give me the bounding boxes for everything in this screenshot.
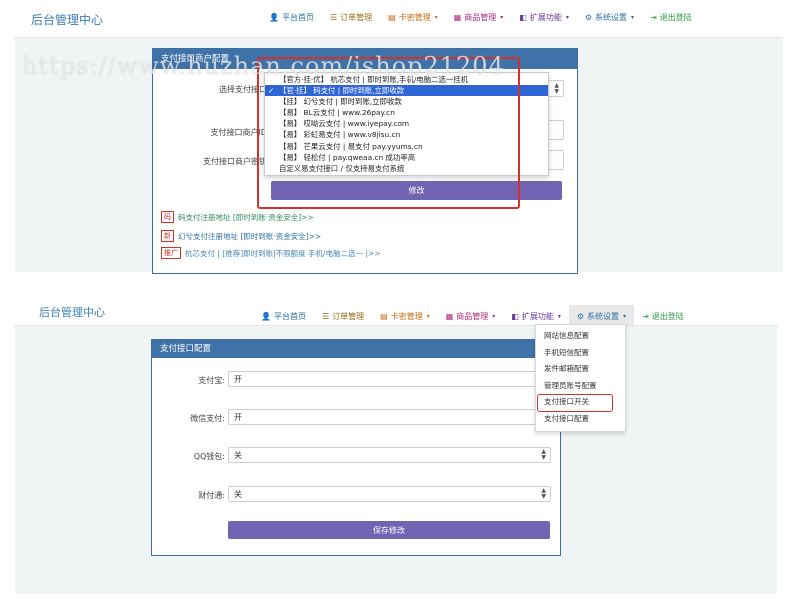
select-arrows-icon: ▲ ▼	[541, 448, 546, 461]
menu-item[interactable]: 手机短信配置	[536, 345, 625, 362]
field-label: 财付通:	[198, 491, 225, 500]
menu-highlight-frame	[537, 394, 613, 412]
goods-icon: ▦	[453, 13, 462, 22]
select-arrows-icon: ▲ ▼	[554, 81, 559, 95]
tag-badge: 码	[161, 211, 174, 223]
goods-icon: ▦	[445, 311, 454, 321]
caret-down-icon: ▾	[557, 312, 561, 320]
select-interface-label: 选择支付接口	[219, 85, 267, 94]
nav-label: 订单管理	[332, 311, 365, 321]
nav-item-0[interactable]: 👤 平台首页	[261, 12, 322, 23]
brand-title[interactable]: 后台管理中心	[39, 304, 105, 320]
nav-item-6[interactable]: ⇥ 退出登陆	[634, 311, 692, 322]
caret-down-icon: ▾	[426, 312, 430, 320]
field-label: QQ钱包:	[193, 452, 225, 461]
card-icon: ▤	[380, 311, 388, 321]
watermark-text: https://www.huzhan.com/ishop21204	[22, 52, 505, 80]
menu-item[interactable]: 网站信息配置	[536, 328, 625, 345]
system-settings-menu: 网站信息配置 手机短信配置 发件邮箱配置 管理员账号配置 支付接口开关 支付接口配置	[535, 324, 626, 432]
nav-item-4[interactable]: ◧ 扩展功能 ▾	[511, 12, 577, 23]
toggle-select[interactable]: 关 ▲ ▼	[228, 486, 551, 502]
logout-icon: ⇥	[642, 311, 649, 321]
link-text[interactable]: 杭芯支付 | [推荐]即时到账|不限额度 手机/电脑二选一 |>>	[185, 248, 381, 259]
extend-icon: ◧	[519, 13, 527, 22]
nav-label: 扩展功能	[529, 13, 562, 22]
nav-label: 订单管理	[340, 13, 373, 22]
nav-label: 商品管理	[464, 13, 497, 22]
nav-label: 平台首页	[273, 311, 306, 321]
caret-down-icon: ▾	[434, 14, 438, 21]
nav-label: 退出登陆	[651, 311, 684, 321]
field-value: 开	[234, 374, 242, 384]
tag-badge: 推广	[161, 247, 181, 259]
caret-down-icon: ▾	[631, 14, 635, 21]
field-value: 开	[234, 412, 242, 422]
menu-item[interactable]: 支付接口配置	[536, 411, 625, 428]
caret-down-icon: ▾	[565, 14, 569, 21]
toggle-select[interactable]: 关 ▲ ▼	[228, 447, 551, 463]
nav-item-3[interactable]: ▦ 商品管理 ▾	[446, 12, 512, 23]
nav-item-1[interactable]: ☰ 订单管理	[314, 311, 372, 322]
nav-item-6[interactable]: ⇥ 退出登陆	[642, 12, 700, 23]
main-nav: 👤 平台首页 ☰ 订单管理 ▤ 卡密管理 ▾ ▦ 商品管理 ▾ ◧ 扩展功能 ▾ ⚙ 系统设置 ▾ ⇥ 退出登陆	[261, 12, 700, 23]
nav-label: 系统设置	[595, 13, 628, 22]
extend-icon: ◧	[511, 311, 519, 321]
link-hangxin[interactable]: 推广 杭芯支付 | [推荐]即时到账|不限额度 手机/电脑二选一 |>>	[161, 247, 381, 259]
caret-down-icon: ▾	[500, 14, 504, 21]
nav-item-1[interactable]: ☰ 订单管理	[322, 12, 380, 23]
card-icon: ▤	[388, 13, 396, 22]
nav-label: 系统设置	[587, 311, 620, 321]
link-mapay[interactable]: 码 码支付注册地址 [即时到账·资金安全]>>	[161, 211, 314, 223]
menu-item[interactable]: 管理员账号配置	[536, 378, 625, 395]
save-button[interactable]: 保存修改	[228, 521, 550, 539]
select-arrows-icon: ▲ ▼	[541, 487, 546, 500]
gear-icon: ⚙	[584, 13, 593, 22]
field-value: 关	[234, 450, 242, 460]
nav-item-2[interactable]: ▤ 卡密管理 ▾	[372, 311, 438, 322]
merchant-id-label: 支付接口商户ID	[210, 128, 267, 137]
field-value: 关	[234, 489, 242, 499]
gear-icon: ⚙	[576, 311, 585, 321]
link-huanxi[interactable]: 新 幻兮支付注册地址 [即时到账·资金安全]>>	[161, 230, 321, 242]
nav-item-2[interactable]: ▤ 卡密管理 ▾	[380, 12, 446, 23]
nav-item-4[interactable]: ◧ 扩展功能 ▾	[503, 311, 569, 322]
nav-label: 退出登陆	[659, 13, 692, 22]
link-text[interactable]: 码支付注册地址 [即时到账·资金安全]>>	[178, 212, 314, 223]
nav-item-5[interactable]: ⚙ 系统设置 ▾	[577, 12, 642, 23]
list-icon: ☰	[321, 311, 330, 321]
nav-item-0[interactable]: 👤 平台首页	[253, 311, 314, 322]
top-screenshot: 后台管理中心 👤 平台首页 ☰ 订单管理 ▤ 卡密管理 ▾ ▦ 商品管理 ▾ ◧ 扩展功能 ▾ ⚙ 系统设置…	[15, 0, 783, 274]
user-icon: 👤	[269, 13, 279, 22]
bottom-navbar: 后台管理中心 👤 平台首页 ☰ 订单管理 ▤ 卡密管理 ▾ ▦ 商品管理 ▾ ◧ 扩展功能 ▾ ⚙ 系统设置…	[15, 296, 777, 327]
nav-label: 扩展功能	[521, 311, 554, 321]
list-icon: ☰	[329, 13, 338, 22]
link-text[interactable]: 幻兮支付注册地址 [即时到账·资金安全]>>	[178, 231, 321, 242]
caret-down-icon: ▾	[492, 312, 496, 320]
nav-label: 卡密管理	[390, 311, 423, 321]
nav-label: 卡密管理	[398, 13, 431, 22]
field-label: 支付宝:	[198, 376, 225, 385]
top-navbar: 后台管理中心 👤 平台首页 ☰ 订单管理 ▤ 卡密管理 ▾ ▦ 商品管理 ▾ ◧ 扩展功能 ▾ ⚙ 系统设置…	[15, 0, 783, 38]
merchant-key-label: 支付接口商户密钥	[203, 157, 267, 166]
panel-title: 支付接口配置	[152, 340, 560, 358]
logout-icon: ⇥	[650, 13, 657, 22]
toggle-input[interactable]: 开	[228, 371, 551, 387]
nav-label: 商品管理	[456, 311, 489, 321]
toggle-input[interactable]: 开	[228, 409, 551, 425]
menu-item[interactable]: 发件邮箱配置	[536, 361, 625, 378]
user-icon: 👤	[261, 311, 271, 321]
nav-label: 平台首页	[281, 13, 314, 22]
field-label: 微信支付:	[190, 414, 225, 423]
bottom-screenshot: 后台管理中心 👤 平台首页 ☰ 订单管理 ▤ 卡密管理 ▾ ▦ 商品管理 ▾ ◧ 扩展功能 ▾ ⚙ 系统设置…	[15, 296, 777, 594]
caret-down-icon: ▾	[623, 312, 627, 320]
nav-item-3[interactable]: ▦ 商品管理 ▾	[438, 311, 504, 322]
tag-badge: 新	[161, 230, 174, 242]
brand-title[interactable]: 后台管理中心	[31, 11, 103, 28]
